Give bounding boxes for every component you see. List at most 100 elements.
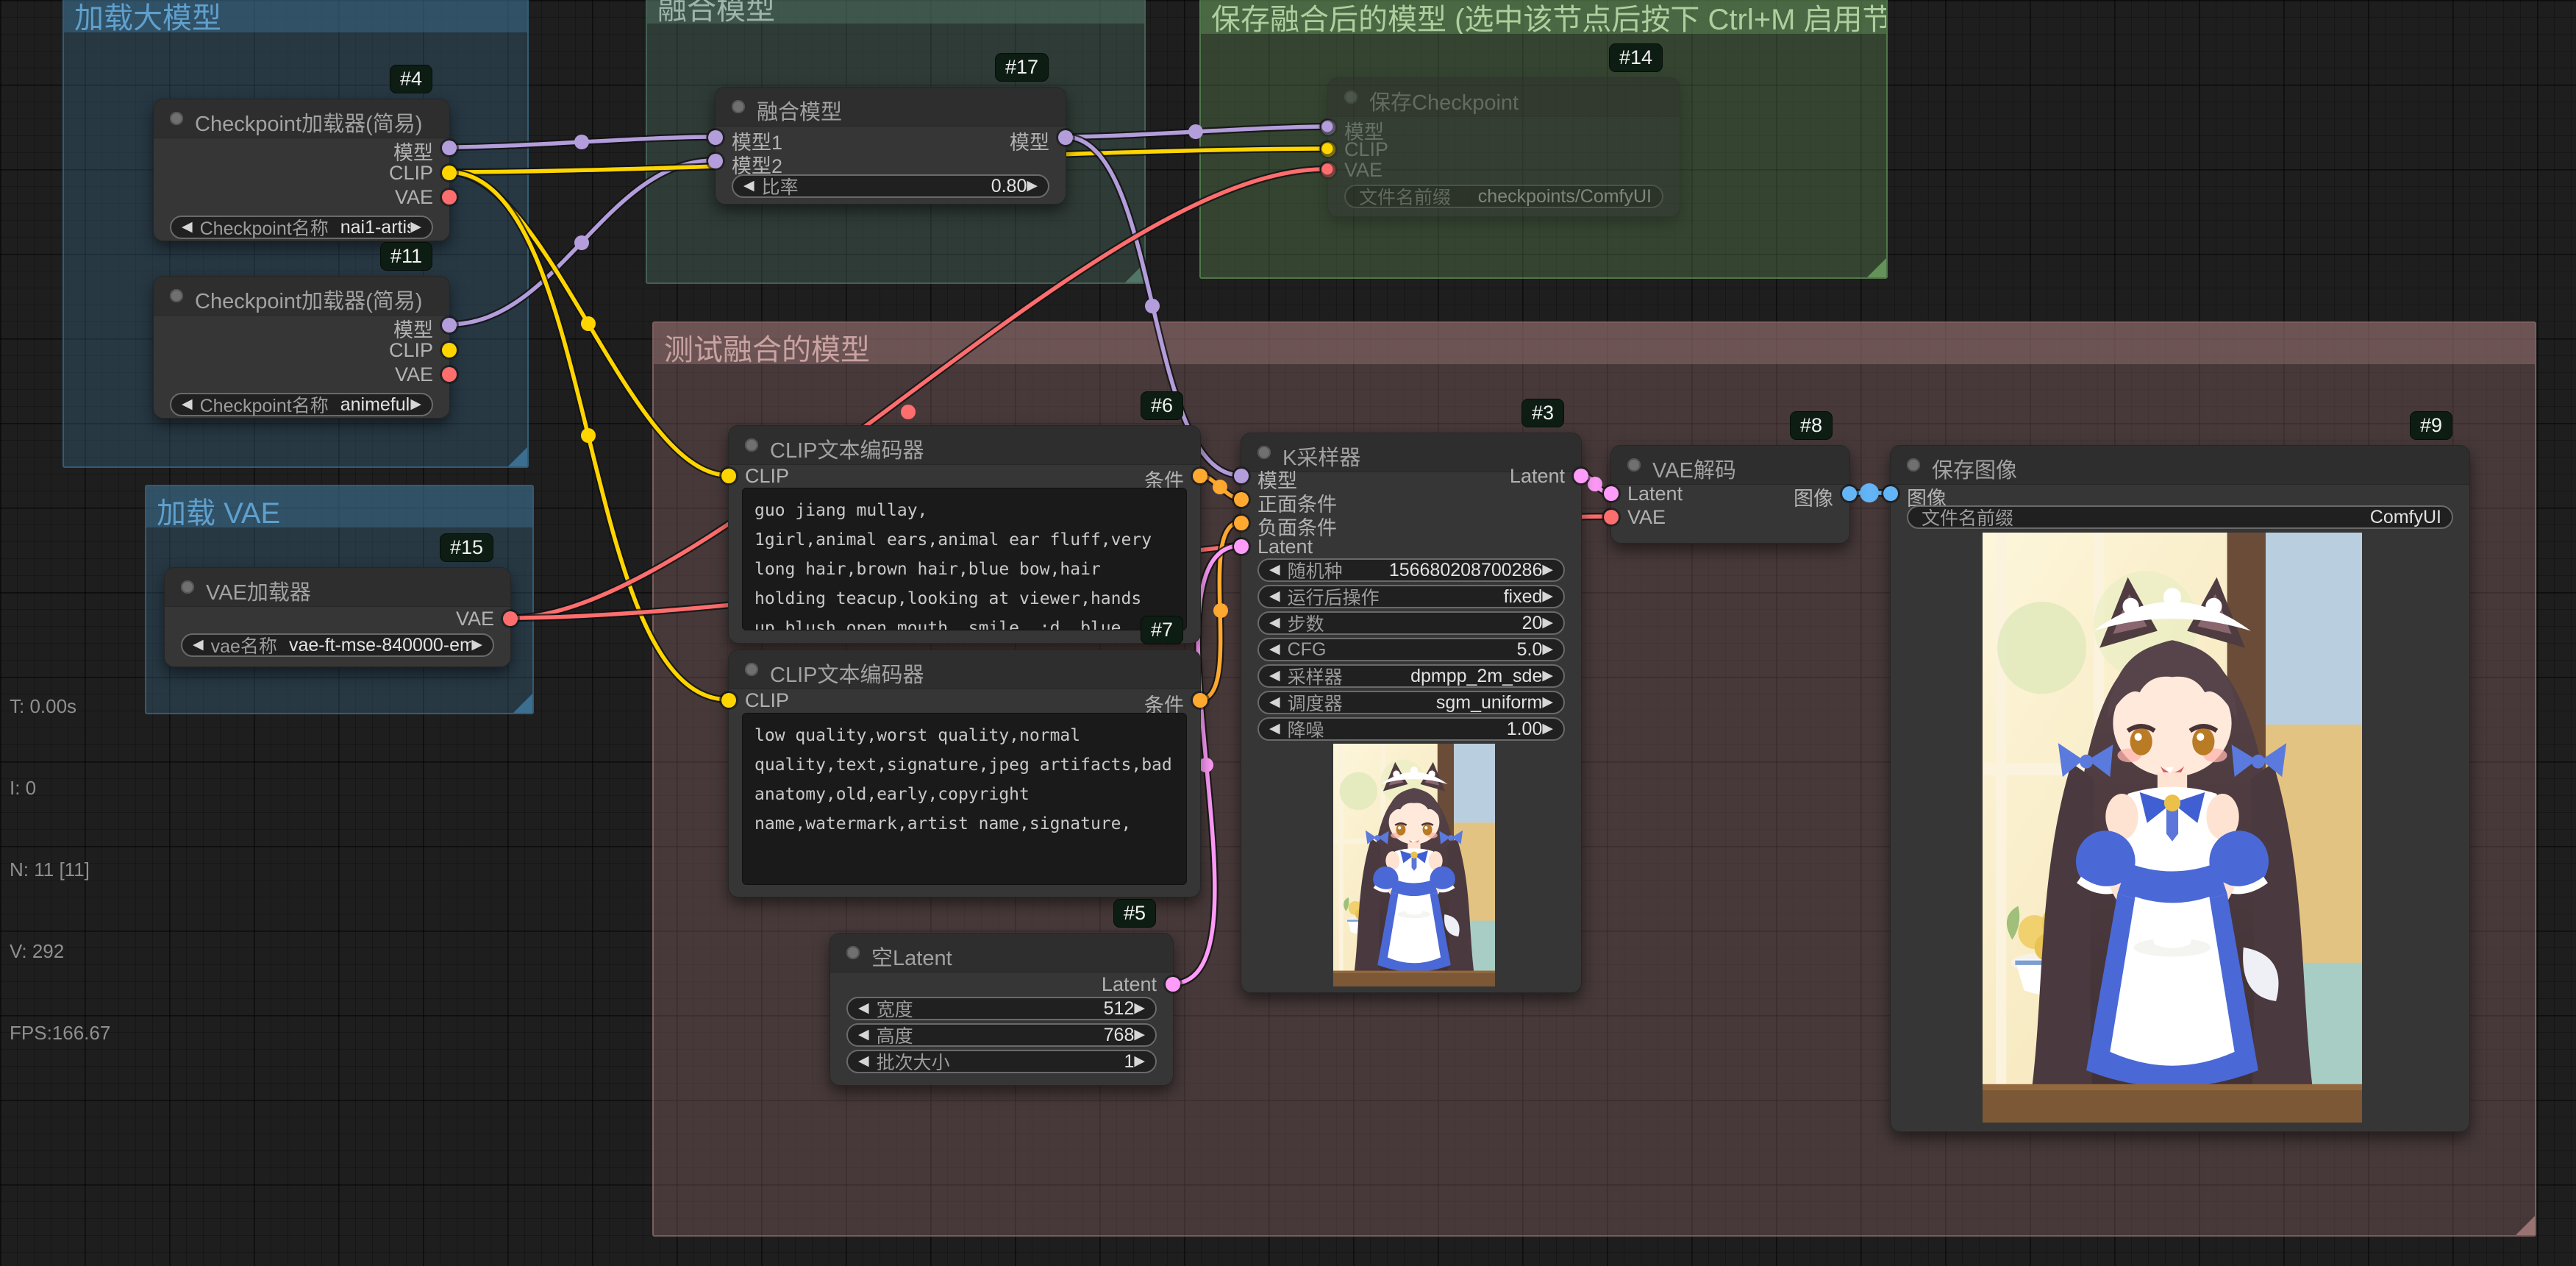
clip-text-encode-negative-output-条件[interactable]: 条件 <box>729 689 1200 711</box>
clip-text-encode-positive-prompt-textarea[interactable]: guo jiang mullay, 1girl,animal ears,anim… <box>742 488 1187 630</box>
ksampler-node[interactable]: K采样器模型正面条件负面条件LatentLatent◀随机种1566802087… <box>1241 433 1582 993</box>
checkpoint-loader-simple-1-widget-Checkpoint名称[interactable]: ◀Checkpoint名称nai1-artist_all_in_one_...▶ <box>170 216 433 239</box>
decrement-arrow-icon[interactable]: ◀ <box>193 633 204 657</box>
widget-value[interactable]: vae-ft-mse-840000-ema-prune... <box>289 635 471 656</box>
ksampler-node-widget-CFG[interactable]: ◀CFG5.0▶ <box>1257 638 1565 661</box>
increment-arrow-icon[interactable]: ▶ <box>1134 1023 1145 1047</box>
clip-text-encode-positive[interactable]: CLIP文本编码器CLIP条件guo jiang mullay, 1girl,a… <box>728 425 1201 644</box>
save-checkpoint-node-widget-文件名前缀[interactable]: 文件名前缀checkpoints/ComfyUI <box>1344 185 1663 208</box>
group-resize-handle[interactable] <box>1867 258 1886 277</box>
widget-value[interactable]: fixed <box>1387 586 1543 608</box>
collapse-dot-icon[interactable] <box>732 100 745 113</box>
group-load-checkpoints-title[interactable]: 加载大模型 <box>64 0 527 32</box>
widget-value[interactable]: checkpoints/ComfyUI <box>1458 186 1652 207</box>
save-checkpoint-node-input-模型[interactable]: 模型 <box>1328 116 1680 138</box>
save-image-node-titlebar[interactable]: 保存图像 <box>1891 446 2469 485</box>
vae-loader-node-output-VAE[interactable]: VAE <box>165 608 510 630</box>
increment-arrow-icon[interactable]: ▶ <box>1542 717 1553 741</box>
link-model-merge-to-ksampler-midpoint-dot[interactable] <box>1145 299 1160 313</box>
widget-value[interactable]: 512 <box>921 998 1135 1020</box>
collapse-dot-icon[interactable] <box>1627 458 1641 472</box>
empty-latent-node-output-Latent[interactable]: Latent <box>830 973 1173 995</box>
empty-latent-node-widget-批次大小[interactable]: ◀批次大小1▶ <box>846 1050 1157 1073</box>
collapse-dot-icon[interactable] <box>745 663 758 676</box>
checkpoint-loader-simple-1-output-VAE[interactable]: VAE <box>154 186 449 208</box>
collapse-dot-icon[interactable] <box>170 289 183 302</box>
decrement-arrow-icon[interactable]: ◀ <box>858 1050 869 1073</box>
decrement-arrow-icon[interactable]: ◀ <box>1269 611 1280 635</box>
link-model-ckpt11-to-merge2-midpoint-dot[interactable] <box>574 235 589 250</box>
output-port-dot[interactable] <box>1842 486 1857 501</box>
group-load-vae-title[interactable]: 加载 VAE <box>146 486 532 527</box>
collapse-dot-icon[interactable] <box>170 112 183 125</box>
widget-value[interactable]: animefull-final-pruned.... <box>340 394 411 416</box>
decrement-arrow-icon[interactable]: ◀ <box>1269 717 1280 741</box>
input-port-dot[interactable] <box>1234 516 1249 530</box>
vae-loader-node[interactable]: VAE加载器VAE◀vae名称vae-ft-mse-840000-ema-pru… <box>164 567 511 667</box>
increment-arrow-icon[interactable]: ▶ <box>1027 174 1038 198</box>
group-resize-handle[interactable] <box>1125 263 1144 282</box>
decrement-arrow-icon[interactable]: ◀ <box>1269 691 1280 714</box>
save-checkpoint-node-input-VAE[interactable]: VAE <box>1328 159 1680 181</box>
collapse-dot-icon[interactable] <box>745 438 758 452</box>
decrement-arrow-icon[interactable]: ◀ <box>182 393 193 416</box>
increment-arrow-icon[interactable]: ▶ <box>1542 691 1553 714</box>
model-merge-node-titlebar[interactable]: 融合模型 <box>716 88 1066 127</box>
collapse-dot-icon[interactable] <box>1257 446 1271 459</box>
group-resize-handle[interactable] <box>2516 1216 2535 1235</box>
ksampler-node-widget-调度器[interactable]: ◀调度器sgm_uniform▶ <box>1257 691 1565 714</box>
vae-decode-node-titlebar[interactable]: VAE解码 <box>1611 446 1849 485</box>
output-port-dot[interactable] <box>442 318 457 332</box>
checkpoint-loader-simple-2-output-VAE[interactable]: VAE <box>154 363 449 385</box>
group-resize-handle[interactable] <box>513 694 532 713</box>
widget-value[interactable]: 156680208700286 <box>1350 560 1543 581</box>
input-port-dot[interactable] <box>1234 492 1249 507</box>
group-resize-handle[interactable] <box>508 447 527 466</box>
save-checkpoint-node-input-CLIP[interactable]: CLIP <box>1328 138 1680 160</box>
ksampler-node-input-负面条件[interactable]: 负面条件 <box>1241 512 1581 534</box>
output-port-dot[interactable] <box>442 367 457 382</box>
model-merge-node-output-模型[interactable]: 模型 <box>716 127 1066 149</box>
link-clip-ckpt4-to-pos-midpoint-dot[interactable] <box>581 316 596 331</box>
checkpoint-loader-simple-1[interactable]: Checkpoint加载器(简易)模型CLIPVAE◀Checkpoint名称n… <box>153 99 450 241</box>
save-checkpoint-node[interactable]: 保存Checkpoint模型CLIPVAE文件名前缀checkpoints/Co… <box>1327 77 1680 217</box>
input-port-dot[interactable] <box>708 154 723 168</box>
group-save-merged-model-title[interactable]: 保存融合后的模型 (选中该节点后按下 Ctrl+M 启用节点) <box>1201 0 1886 34</box>
output-port-dot[interactable] <box>442 190 457 205</box>
clip-text-encode-negative-prompt-textarea[interactable]: low quality,worst quality,normal quality… <box>742 713 1187 885</box>
checkpoint-loader-simple-1-output-CLIP[interactable]: CLIP <box>154 162 449 184</box>
clip-text-encode-positive-titlebar[interactable]: CLIP文本编码器 <box>729 426 1200 465</box>
input-port-dot[interactable] <box>1604 510 1619 524</box>
vae-loader-node-titlebar[interactable]: VAE加载器 <box>165 568 510 607</box>
model-merge-node-widget-比率[interactable]: ◀比率0.80▶ <box>732 174 1049 198</box>
decrement-arrow-icon[interactable]: ◀ <box>1269 664 1280 688</box>
group-test-merged-model-title[interactable]: 测试融合的模型 <box>654 323 2535 364</box>
collapse-dot-icon[interactable] <box>1907 458 1920 472</box>
ksampler-node-widget-随机种[interactable]: ◀随机种156680208700286▶ <box>1257 558 1565 582</box>
checkpoint-loader-simple-1-titlebar[interactable]: Checkpoint加载器(简易) <box>154 99 449 138</box>
output-port-dot[interactable] <box>1193 469 1207 483</box>
clip-text-encode-positive-output-条件[interactable]: 条件 <box>729 465 1200 487</box>
widget-value[interactable]: dpmpp_2m_sde <box>1350 666 1543 687</box>
clip-text-encode-negative[interactable]: CLIP文本编码器CLIP条件low quality,worst quality… <box>728 650 1201 897</box>
empty-latent-node-titlebar[interactable]: 空Latent <box>830 934 1173 972</box>
widget-value[interactable]: 1 <box>957 1051 1135 1073</box>
increment-arrow-icon[interactable]: ▶ <box>410 216 421 239</box>
increment-arrow-icon[interactable]: ▶ <box>1134 1050 1145 1073</box>
output-port-dot[interactable] <box>1193 693 1207 708</box>
checkpoint-loader-simple-2-titlebar[interactable]: Checkpoint加载器(简易) <box>154 277 449 316</box>
widget-value[interactable]: 1.00 <box>1332 719 1543 740</box>
input-port-dot[interactable] <box>1321 120 1335 135</box>
comfyui-canvas[interactable]: 加载大模型融合模型 保存融合后的模型 (选中该节点后按下 Ctrl+M 启用节点)… <box>0 0 2576 1266</box>
output-port-dot[interactable] <box>503 611 518 626</box>
increment-arrow-icon[interactable]: ▶ <box>1542 664 1553 688</box>
empty-latent-node-widget-高度[interactable]: ◀高度768▶ <box>846 1023 1157 1047</box>
increment-arrow-icon[interactable]: ▶ <box>1542 638 1553 661</box>
collapse-dot-icon[interactable] <box>846 946 860 959</box>
decrement-arrow-icon[interactable]: ◀ <box>743 174 754 198</box>
ksampler-node-output-Latent[interactable]: Latent <box>1241 465 1581 487</box>
widget-value[interactable]: ComfyUI <box>2021 507 2441 528</box>
output-port-dot[interactable] <box>1574 469 1588 483</box>
save-image-node-input-图像[interactable]: 图像 <box>1891 483 2469 505</box>
link-clip-ckpt4-to-neg-midpoint-dot[interactable] <box>581 428 596 443</box>
